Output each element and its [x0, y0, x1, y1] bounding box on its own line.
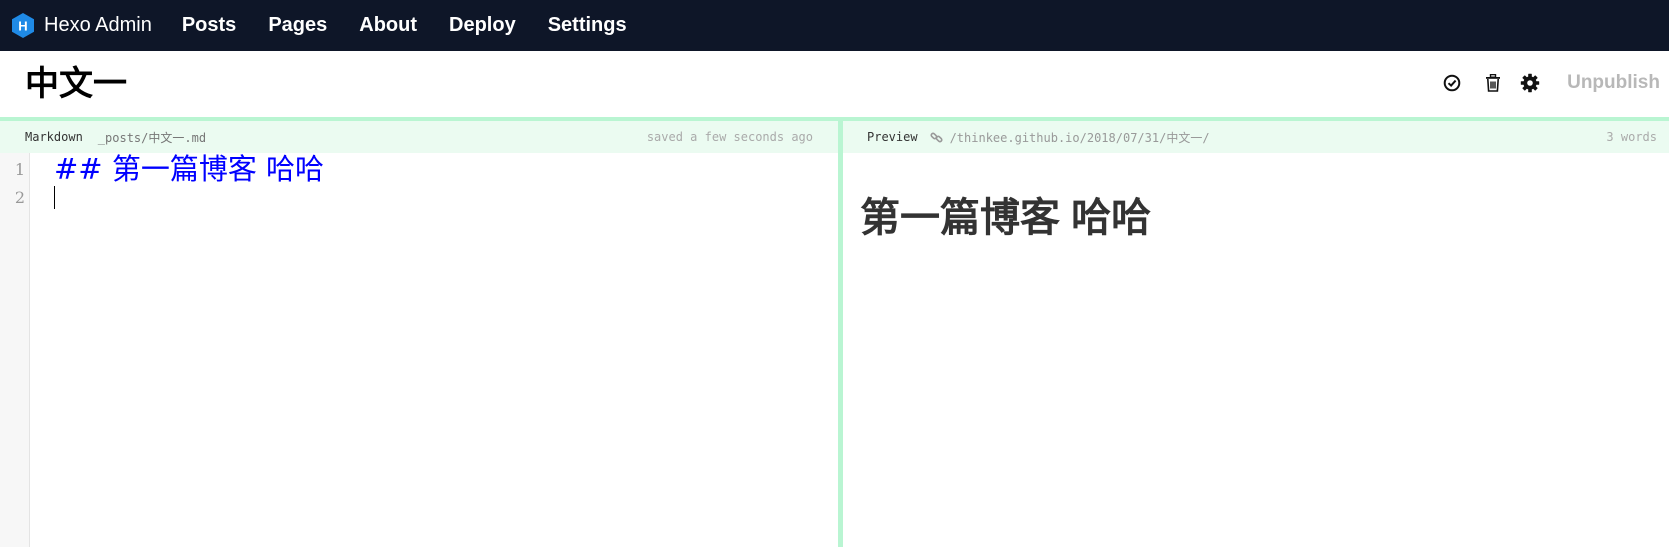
pane-divider[interactable] — [838, 121, 843, 547]
preview-heading: 第一篇博客 哈哈 — [860, 196, 1152, 240]
check-button[interactable] — [1440, 71, 1464, 95]
brand[interactable]: H Hexo Admin — [12, 13, 152, 38]
editor-code-line[interactable]: ## 第一篇博客 哈哈 — [54, 152, 324, 186]
line-number: 2 — [14, 188, 25, 207]
editor-header: Markdown _posts/中文一.md saved a few secon… — [0, 121, 838, 153]
line-number-gutter — [0, 153, 30, 547]
brand-name: Hexo Admin — [44, 14, 152, 36]
post-title-bar: 中文一 Unpublish — [0, 51, 1669, 121]
nav-about[interactable]: About — [359, 14, 417, 37]
line-number: 1 — [14, 160, 25, 179]
gear-icon — [1520, 73, 1540, 93]
nav-pages[interactable]: Pages — [268, 14, 327, 37]
word-count: 3 words — [1606, 130, 1657, 144]
nav-posts[interactable]: Posts — [182, 14, 236, 37]
check-circle-icon — [1443, 74, 1461, 92]
post-title[interactable]: 中文一 — [25, 64, 127, 104]
nav-deploy[interactable]: Deploy — [449, 14, 516, 37]
preview-header: Preview /thinkee.github.io/2018/07/31/中文… — [843, 121, 1669, 153]
preview-label: Preview — [867, 130, 918, 144]
hexo-logo-icon: H — [12, 13, 34, 38]
delete-button[interactable] — [1481, 71, 1505, 95]
link-icon[interactable] — [930, 131, 943, 144]
unpublish-button[interactable]: Unpublish — [1567, 72, 1660, 94]
text-cursor — [54, 186, 55, 209]
file-path: _posts/中文一.md — [97, 130, 207, 145]
preview-url[interactable]: /thinkee.github.io/2018/07/31/中文一/ — [950, 129, 1210, 146]
nav-settings[interactable]: Settings — [548, 14, 627, 37]
top-navbar: H Hexo Admin Posts Pages About Deploy Se… — [0, 0, 1669, 51]
svg-text:H: H — [18, 19, 27, 34]
editor-label: Markdown — [25, 130, 83, 144]
save-status: saved a few seconds ago — [646, 130, 813, 144]
trash-icon — [1486, 74, 1500, 92]
settings-button[interactable] — [1518, 71, 1542, 95]
